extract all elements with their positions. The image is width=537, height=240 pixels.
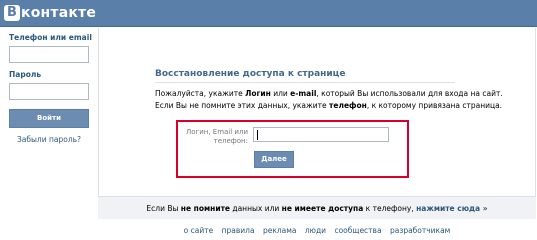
desc-phone-bold: телефон xyxy=(329,101,367,110)
logo-mark-icon: В xyxy=(4,5,20,21)
desc-text: Пожалуйста, укажите xyxy=(155,89,246,98)
login-field-label: Логин, Email или телефон: xyxy=(185,128,248,145)
next-button[interactable]: Далее xyxy=(254,151,294,168)
bottom-bold: не имеете доступа xyxy=(281,204,364,213)
desc-email-bold: e-mail xyxy=(290,89,317,98)
bottom-bold: не помните xyxy=(180,204,231,213)
description-line-1: Пожалуйста, укажите Логин или e-mail, ко… xyxy=(155,89,503,98)
bottom-text: к телефону, xyxy=(363,204,417,213)
desc-text: или xyxy=(270,89,291,98)
page-title: Восстановление доступа к странице xyxy=(155,69,346,79)
login-email-phone-input[interactable] xyxy=(253,127,389,142)
logo-text: контакте xyxy=(21,5,97,21)
footer-link-about[interactable]: о сайте xyxy=(184,226,214,235)
divider-left xyxy=(98,28,99,196)
desc-login-bold: Логин xyxy=(245,89,271,98)
forgot-password-link[interactable]: Забыли пароль? xyxy=(0,135,98,144)
footer-link-ads[interactable]: реклама xyxy=(263,226,297,235)
title-divider xyxy=(155,82,455,83)
login-button[interactable]: Войти xyxy=(9,109,89,128)
bottom-info-bar: Если Вы не помните данных или не имеете … xyxy=(98,196,536,219)
footer-link-people[interactable]: люди xyxy=(305,226,326,235)
desc-text: Если Вы не помните этих данных, укажите xyxy=(155,101,330,110)
footer-links: о сайте правила реклама люди сообщества … xyxy=(98,226,536,235)
login-sidebar: Телефон или email Пароль Войти Забыли па… xyxy=(0,28,98,218)
description-line-2: Если Вы не помните этих данных, укажите … xyxy=(155,101,502,110)
desc-text: , к которому привязана страница. xyxy=(366,101,503,110)
bottom-info-text: Если Вы не помните данных или не имеете … xyxy=(98,204,536,213)
phone-email-input[interactable] xyxy=(9,46,89,63)
password-label: Пароль xyxy=(9,70,42,79)
phone-label: Телефон или email xyxy=(9,33,92,42)
divider-right xyxy=(535,28,536,196)
text-caret xyxy=(257,130,258,140)
click-here-link[interactable]: нажмите сюда » xyxy=(416,204,487,213)
footer-link-rules[interactable]: правила xyxy=(222,226,255,235)
vk-logo[interactable]: В контакте xyxy=(4,5,96,21)
footer-link-communities[interactable]: сообщества xyxy=(334,226,381,235)
desc-text: , который Вы использовали для входа на с… xyxy=(316,89,503,98)
bottom-text: данных или xyxy=(230,204,282,213)
password-input[interactable] xyxy=(9,83,89,100)
footer-link-developers[interactable]: разработчикам xyxy=(390,226,450,235)
bottom-text: Если Вы xyxy=(146,204,181,213)
header-bar: В контакте xyxy=(0,0,537,27)
